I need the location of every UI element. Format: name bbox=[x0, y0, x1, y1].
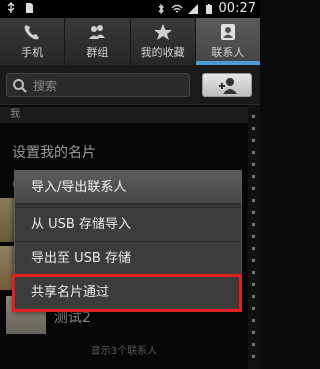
group-icon bbox=[89, 25, 106, 39]
index-mark bbox=[252, 139, 255, 142]
index-mark bbox=[252, 199, 255, 202]
index-mark bbox=[252, 283, 255, 286]
signal-icon bbox=[187, 3, 198, 14]
tab-label: 我的收藏 bbox=[140, 46, 185, 59]
index-mark bbox=[252, 163, 255, 166]
index-mark bbox=[252, 223, 255, 226]
index-mark bbox=[252, 259, 255, 262]
index-mark bbox=[252, 187, 255, 190]
export-to-usb-item[interactable]: 导出至 USB 存储 bbox=[15, 241, 241, 275]
index-mark bbox=[252, 247, 255, 250]
index-mark bbox=[252, 307, 255, 310]
highlight-box bbox=[12, 274, 242, 312]
tab-label: 手机 bbox=[21, 46, 44, 59]
index-mark bbox=[252, 343, 255, 346]
add-contact-button[interactable] bbox=[202, 73, 252, 97]
search-icon bbox=[13, 79, 27, 93]
sd-card-icon bbox=[26, 3, 33, 13]
index-mark bbox=[252, 151, 255, 154]
search-row bbox=[0, 65, 260, 105]
index-mark bbox=[252, 211, 255, 214]
usb-icon bbox=[7, 2, 15, 13]
tab-groups[interactable]: 群组 bbox=[65, 18, 131, 65]
tab-contacts[interactable]: 联系人 bbox=[195, 18, 261, 65]
star-icon bbox=[153, 24, 172, 40]
wifi-icon bbox=[171, 4, 182, 12]
index-mark bbox=[252, 127, 255, 130]
contacts-icon bbox=[220, 24, 235, 40]
phone-icon bbox=[24, 25, 40, 40]
tab-label: 群组 bbox=[86, 46, 109, 59]
clock: 00:27 bbox=[218, 1, 256, 16]
menu-title: 导入/导出联系人 bbox=[15, 171, 241, 205]
index-mark bbox=[252, 319, 255, 322]
index-mark bbox=[252, 295, 255, 298]
import-from-usb-item[interactable]: 从 USB 存储导入 bbox=[15, 207, 241, 241]
search-input[interactable] bbox=[33, 77, 183, 95]
index-mark bbox=[252, 235, 255, 238]
add-contact-icon bbox=[219, 78, 237, 94]
index-mark bbox=[252, 271, 255, 274]
status-bar: 00:27 bbox=[0, 0, 260, 18]
index-mark bbox=[252, 175, 255, 178]
tab-bar: 手机 群组 我的收藏 联系人 bbox=[0, 18, 261, 65]
index-mark bbox=[252, 331, 255, 334]
tab-phone[interactable]: 手机 bbox=[0, 18, 66, 65]
alphabet-index-bar[interactable] bbox=[248, 105, 260, 369]
tab-label: 联系人 bbox=[211, 46, 245, 59]
search-box[interactable] bbox=[6, 73, 190, 97]
tab-favorites[interactable]: 我的收藏 bbox=[131, 18, 196, 65]
battery-icon bbox=[205, 3, 212, 14]
index-mark bbox=[252, 355, 255, 358]
bluetooth-icon bbox=[158, 3, 164, 14]
index-mark bbox=[252, 115, 255, 118]
